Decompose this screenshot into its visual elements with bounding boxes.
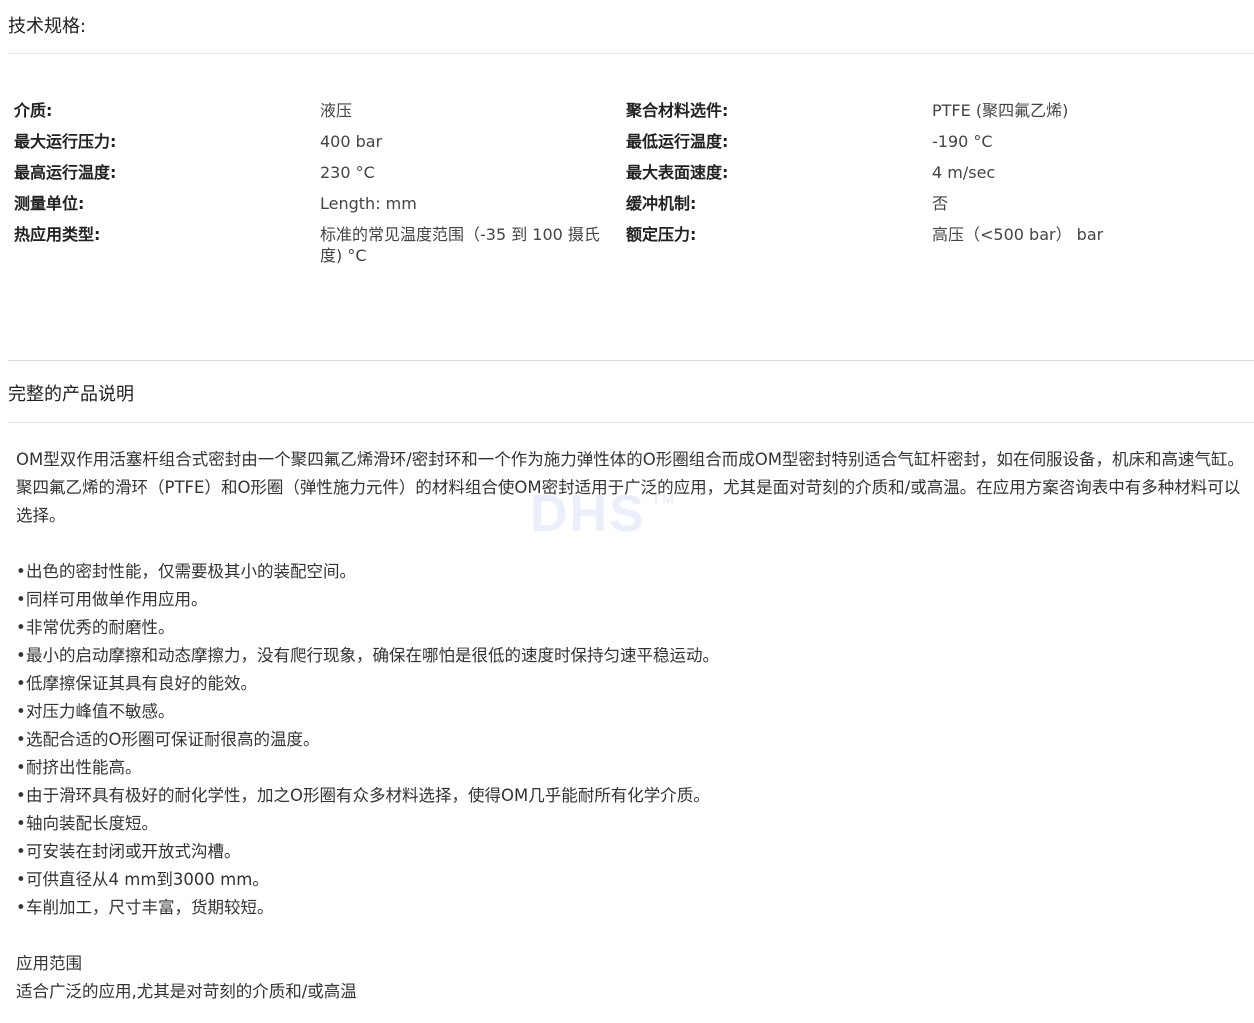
- list-item: •出色的密封性能，仅需要极其小的装配空间。: [16, 558, 1248, 586]
- list-item: •轴向装配长度短。: [16, 810, 1248, 838]
- spec-label: 聚合材料选件:: [626, 101, 729, 120]
- bullet-icon: •: [16, 758, 26, 777]
- list-item-text: 车削加工，尺寸丰富，货期较短。: [26, 898, 274, 917]
- bullet-icon: •: [16, 618, 26, 637]
- spec-value: PTFE (聚四氟乙烯): [932, 101, 1069, 120]
- list-item: •选配合适的O形圈可保证耐很高的温度。: [16, 726, 1248, 754]
- list-item: •车削加工，尺寸丰富，货期较短。: [16, 894, 1248, 922]
- list-item: •同样可用做单作用应用。: [16, 586, 1248, 614]
- spec-value: Length: mm: [320, 194, 417, 213]
- list-item-text: 可安装在封闭或开放式沟槽。: [26, 842, 241, 861]
- spec-label: 缓冲机制:: [626, 194, 697, 213]
- spec-value: -190 °C: [932, 132, 993, 151]
- spec-row: 最高运行温度: 230 °C 最大表面速度: 4 m/sec: [14, 160, 1244, 191]
- bullet-icon: •: [16, 702, 26, 721]
- list-item: •非常优秀的耐磨性。: [16, 614, 1248, 642]
- bullet-icon: •: [16, 898, 26, 917]
- list-item-text: 耐挤出性能高。: [26, 758, 142, 777]
- list-item-text: 低摩擦保证其具有良好的能效。: [26, 674, 257, 693]
- description-intro: OM型双作用活塞杆组合式密封由一个聚四氟乙烯滑环/密封环和一个作为施力弹性体的O…: [16, 450, 1244, 525]
- list-item: •可供直径从4 mm到3000 mm。: [16, 866, 1248, 894]
- spec-label: 测量单位:: [14, 194, 85, 213]
- bullet-icon: •: [16, 730, 26, 749]
- spec-label: 介质:: [14, 101, 53, 120]
- specs-header-divider: [8, 53, 1254, 54]
- bullet-icon: •: [16, 674, 26, 693]
- list-item: •对压力峰值不敏感。: [16, 698, 1248, 726]
- spec-row: 介质: 液压 聚合材料选件: PTFE (聚四氟乙烯): [14, 98, 1244, 129]
- list-item-text: 对压力峰值不敏感。: [26, 702, 175, 721]
- bullet-icon: •: [16, 842, 26, 861]
- spec-row: 最大运行压力: 400 bar 最低运行温度: -190 °C: [14, 129, 1244, 160]
- specs-table: 介质: 液压 聚合材料选件: PTFE (聚四氟乙烯) 最大运行压力: 400 …: [14, 98, 1244, 266]
- bullet-icon: •: [16, 646, 26, 665]
- spec-value: 高压（<500 bar） bar: [932, 225, 1104, 244]
- list-item-text: 由于滑环具有极好的耐化学性，加之O形圈有众多材料选择，使得OM几乎能耐所有化学介…: [26, 786, 710, 805]
- spec-value: 液压: [320, 101, 353, 120]
- specs-section-title: 技术规格:: [8, 16, 87, 37]
- list-item-text: 选配合适的O形圈可保证耐很高的温度。: [26, 730, 320, 749]
- bullet-icon: •: [16, 786, 26, 805]
- spec-label: 热应用类型:: [14, 225, 101, 244]
- spec-label: 额定压力:: [626, 225, 697, 244]
- spec-value: 标准的常见温度范围（-35 到 100 摄氏度) °C: [320, 225, 600, 265]
- description-top-divider: [8, 360, 1254, 361]
- spec-value: 4 m/sec: [932, 163, 996, 182]
- list-item-text: 轴向装配长度短。: [26, 814, 158, 833]
- bullet-icon: •: [16, 870, 26, 889]
- spec-value: 400 bar: [320, 132, 383, 151]
- list-item: •由于滑环具有极好的耐化学性，加之O形圈有众多材料选择，使得OM几乎能耐所有化学…: [16, 782, 1248, 810]
- list-item: •可安装在封闭或开放式沟槽。: [16, 838, 1248, 866]
- list-item-text: 可供直径从4 mm到3000 mm。: [26, 870, 269, 889]
- spec-label: 最大表面速度:: [626, 163, 729, 182]
- description-section-title: 完整的产品说明: [8, 384, 134, 405]
- bullet-icon: •: [16, 590, 26, 609]
- bullet-icon: •: [16, 562, 26, 581]
- application-text: 适合广泛的应用,尤其是对苛刻的介质和/或高温: [16, 982, 357, 1001]
- list-item: •耐挤出性能高。: [16, 754, 1248, 782]
- description-header-divider: [8, 422, 1254, 423]
- spec-value: 230 °C: [320, 163, 375, 182]
- spec-label: 最低运行温度:: [626, 132, 729, 151]
- spec-value: 否: [932, 194, 949, 213]
- list-item-text: 同样可用做单作用应用。: [26, 590, 208, 609]
- product-description: OM型双作用活塞杆组合式密封由一个聚四氟乙烯滑环/密封环和一个作为施力弹性体的O…: [16, 446, 1248, 1006]
- list-item-text: 出色的密封性能，仅需要极其小的装配空间。: [26, 562, 356, 581]
- spec-label: 最大运行压力:: [14, 132, 117, 151]
- spec-row: 测量单位: Length: mm 缓冲机制: 否: [14, 191, 1244, 222]
- application-heading: 应用范围: [16, 954, 82, 973]
- list-item: •最小的启动摩擦和动态摩擦力，没有爬行现象，确保在哪怕是很低的速度时保持匀速平稳…: [16, 642, 1248, 670]
- spec-row: 热应用类型: 标准的常见温度范围（-35 到 100 摄氏度) °C 额定压力:…: [14, 222, 1244, 266]
- bullet-icon: •: [16, 814, 26, 833]
- spec-label: 最高运行温度:: [14, 163, 117, 182]
- list-item-text: 最小的启动摩擦和动态摩擦力，没有爬行现象，确保在哪怕是很低的速度时保持匀速平稳运…: [26, 646, 719, 665]
- feature-list: •出色的密封性能，仅需要极其小的装配空间。 •同样可用做单作用应用。 •非常优秀…: [16, 558, 1248, 922]
- list-item-text: 非常优秀的耐磨性。: [26, 618, 175, 637]
- list-item: •低摩擦保证其具有良好的能效。: [16, 670, 1248, 698]
